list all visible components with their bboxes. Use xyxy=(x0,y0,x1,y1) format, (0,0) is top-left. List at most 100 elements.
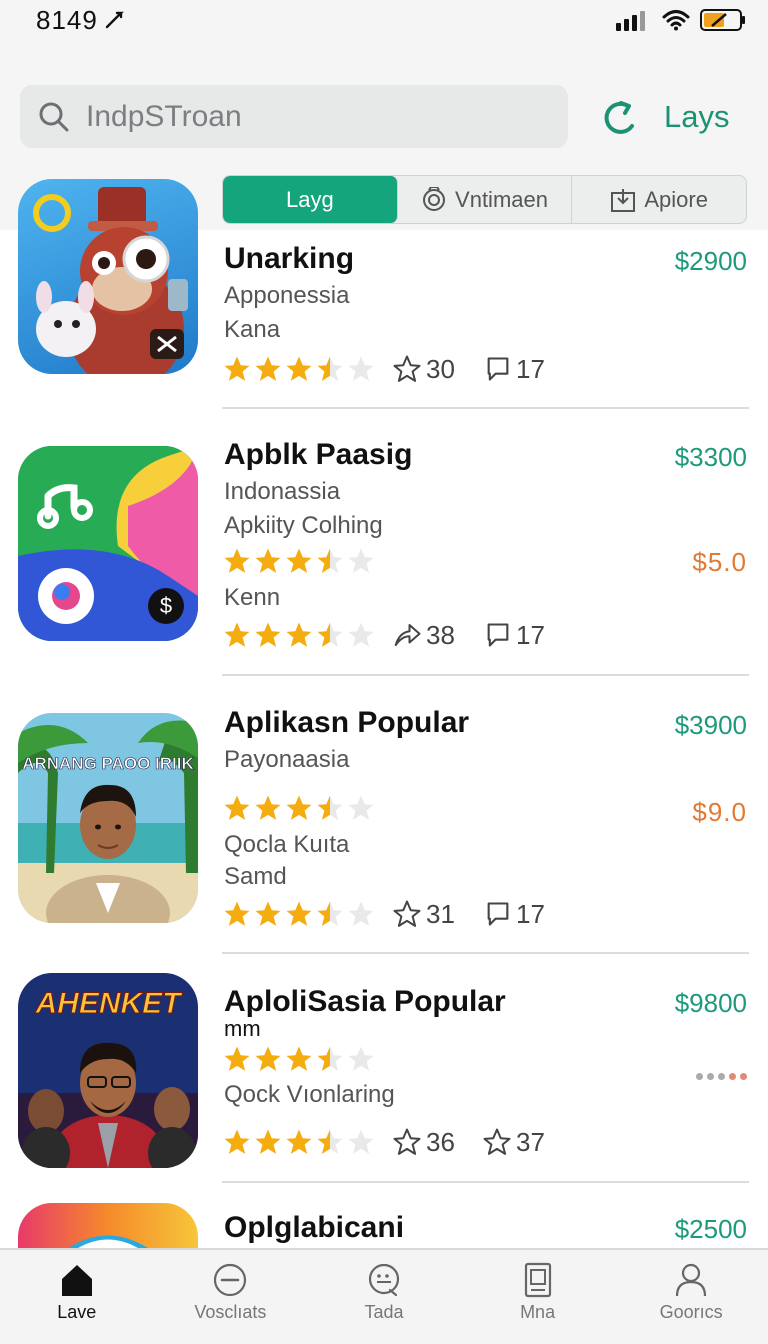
tab-label: Mna xyxy=(520,1302,556,1322)
cellular-signal-icon xyxy=(616,11,645,31)
status-bar: 8149 xyxy=(0,0,768,40)
star-count: 36 xyxy=(392,1127,455,1157)
app-icon[interactable] xyxy=(18,1203,198,1248)
minus-circle-icon xyxy=(214,1263,247,1297)
search-icon xyxy=(39,102,69,131)
comment-count: 17 xyxy=(484,620,545,650)
star-icon xyxy=(348,1129,374,1154)
comment-count: 17 xyxy=(484,899,545,929)
svg-text:$: $ xyxy=(160,593,172,618)
app-secondary-price: $5.0 xyxy=(692,547,747,577)
search-bar[interactable]: IndpSTroan xyxy=(20,85,568,148)
header-action-label: Lays xyxy=(664,99,730,134)
header-action-button[interactable]: Lays xyxy=(604,92,729,142)
location-arrow-icon xyxy=(105,11,124,29)
star-icon xyxy=(255,548,281,573)
comment-count-value: 17 xyxy=(516,619,545,650)
star-icon xyxy=(286,1046,312,1071)
star-icon xyxy=(255,1129,281,1154)
star-icon xyxy=(348,795,374,820)
tab-mna[interactable]: Mna xyxy=(461,1250,615,1344)
star-count: 37 xyxy=(482,1127,545,1157)
star-count: 30 xyxy=(392,354,455,384)
download-box-icon xyxy=(611,188,636,212)
star-outline-icon xyxy=(393,1128,421,1155)
star-icon xyxy=(224,1129,250,1154)
segment-label: Apiore xyxy=(644,186,708,212)
star-icon xyxy=(348,1046,374,1071)
app-subtitle: Qocla Kuıta xyxy=(224,831,350,858)
star-icon xyxy=(224,622,250,647)
star-icon xyxy=(224,356,250,381)
tab-voscliats[interactable]: Vosclıats xyxy=(154,1250,308,1344)
star-icon xyxy=(317,622,343,647)
star-icon xyxy=(317,548,343,573)
tab-label: Vosclıats xyxy=(194,1302,267,1322)
app-icon[interactable]: AHENKET xyxy=(18,973,198,1168)
comment-icon xyxy=(487,623,509,647)
comment-count-value: 17 xyxy=(516,353,545,384)
share-icon xyxy=(394,624,421,646)
star-icon xyxy=(286,795,312,820)
star-icon xyxy=(255,795,281,820)
segment-layg[interactable]: Layg xyxy=(223,176,398,223)
star-icon xyxy=(348,622,374,647)
app-price: $3900 xyxy=(674,710,747,740)
segmented-control: Layg Vntimaen Apiore xyxy=(222,175,747,224)
star-rating xyxy=(222,354,377,384)
app-price: $2900 xyxy=(674,246,747,276)
status-time-text: 8149 xyxy=(36,4,98,35)
movie-poster-illustration: AHENKET xyxy=(18,973,198,1168)
tab-label: Lave xyxy=(57,1302,97,1322)
star-rating xyxy=(222,1127,377,1157)
tab-label: Goorıcs xyxy=(659,1302,723,1322)
star-count: 31 xyxy=(392,899,455,929)
app-subtitle: Payonaasia xyxy=(224,746,350,773)
app-subtitle: Qock Vıonlaring xyxy=(224,1081,395,1108)
star-count-value: 36 xyxy=(426,1126,455,1157)
star-rating xyxy=(222,793,377,823)
row-divider xyxy=(222,1181,749,1183)
search-input[interactable]: IndpSTroan xyxy=(86,100,242,134)
tab-tada[interactable]: Tada xyxy=(307,1250,461,1344)
status-indicators xyxy=(616,8,746,32)
comment-icon xyxy=(487,902,509,926)
star-icon xyxy=(317,356,343,381)
star-icon xyxy=(317,795,343,820)
refresh-icon xyxy=(604,101,634,134)
star-icon xyxy=(286,622,312,647)
app-subtitle: Apponessia xyxy=(224,282,350,309)
bottom-tab-bar: Lave Vosclıats Tada Mna Goorıcs xyxy=(0,1248,768,1344)
home-icon xyxy=(61,1265,92,1296)
app-subtitle: Apkiity Colhing xyxy=(224,512,383,539)
star-count-value: 30 xyxy=(426,353,455,384)
app-price: $9800 xyxy=(674,988,747,1018)
app-icon[interactable]: $ xyxy=(18,446,198,641)
star-icon xyxy=(317,1046,343,1071)
wifi-icon xyxy=(662,10,690,31)
star-rating xyxy=(222,1044,377,1074)
app-subtitle: Indonassia xyxy=(224,478,341,505)
star-outline-icon xyxy=(393,355,421,382)
star-outline-icon xyxy=(483,1128,511,1155)
star-icon xyxy=(286,1129,312,1154)
more-dots-icon[interactable] xyxy=(696,1073,747,1080)
star-rating xyxy=(222,620,377,650)
segment-apiore[interactable]: Apiore xyxy=(572,176,746,223)
star-icon xyxy=(317,1129,343,1154)
star-icon xyxy=(255,356,281,381)
row-divider xyxy=(222,952,749,954)
tropical-portrait-illustration: ARNANG PAOO IRIIK xyxy=(18,713,198,923)
segment-vntimaen[interactable]: Vntimaen xyxy=(398,176,573,223)
share-count: 38 xyxy=(392,620,455,650)
tab-lave[interactable]: Lave xyxy=(0,1250,154,1344)
battery-icon xyxy=(700,9,745,31)
star-icon xyxy=(286,356,312,381)
app-icon[interactable] xyxy=(18,179,198,374)
tab-goorics[interactable]: Goorıcs xyxy=(614,1250,768,1344)
app-icon[interactable]: ARNANG PAOO IRIIK xyxy=(18,713,198,923)
star-icon xyxy=(255,901,281,926)
row-divider xyxy=(222,407,749,409)
star-icon xyxy=(255,1046,281,1071)
star-icon xyxy=(348,356,374,381)
